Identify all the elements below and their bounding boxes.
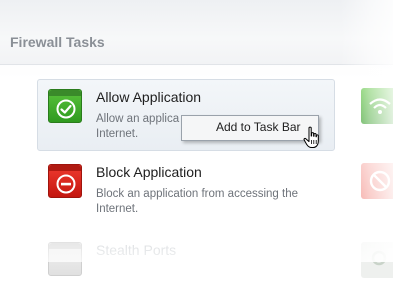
- allow-application-icon: [48, 89, 82, 123]
- panel-title: Firewall Tasks: [10, 34, 105, 50]
- firewall-tasks-panel: Firewall Tasks Allow Application Allow a…: [0, 0, 393, 278]
- stealth-ports-icon: [48, 242, 82, 276]
- task-description: Block an application from accessing the …: [96, 187, 326, 217]
- add-to-task-bar-menu-item[interactable]: Add to Task Bar: [185, 118, 315, 136]
- task-description-line: Block an application from accessing the: [96, 188, 298, 200]
- task-stealth-ports[interactable]: Stealth Ports: [37, 232, 335, 304]
- wifi-tile[interactable]: [361, 88, 393, 124]
- wifi-icon: [369, 98, 391, 114]
- task-block-application[interactable]: Block Application Block an application f…: [37, 154, 335, 226]
- block-application-icon: [48, 164, 82, 198]
- block-tile[interactable]: [361, 163, 393, 199]
- task-title: Block Application: [96, 164, 202, 180]
- task-description-line: Allow an applica: [96, 113, 180, 125]
- task-title: Allow Application: [96, 89, 202, 105]
- panel-header: Firewall Tasks: [0, 0, 393, 65]
- checkmark-icon: [56, 99, 76, 119]
- task-description-line: Internet.: [96, 203, 139, 215]
- gear-tile[interactable]: [361, 242, 393, 278]
- hand-cursor-icon: [303, 126, 319, 148]
- task-description-line: Internet.: [96, 128, 139, 140]
- block-icon: [56, 174, 76, 194]
- gear-icon: [371, 250, 387, 266]
- task-title: Stealth Ports: [96, 242, 177, 258]
- block-icon: [369, 170, 391, 192]
- context-menu: Add to Task Bar: [181, 115, 319, 141]
